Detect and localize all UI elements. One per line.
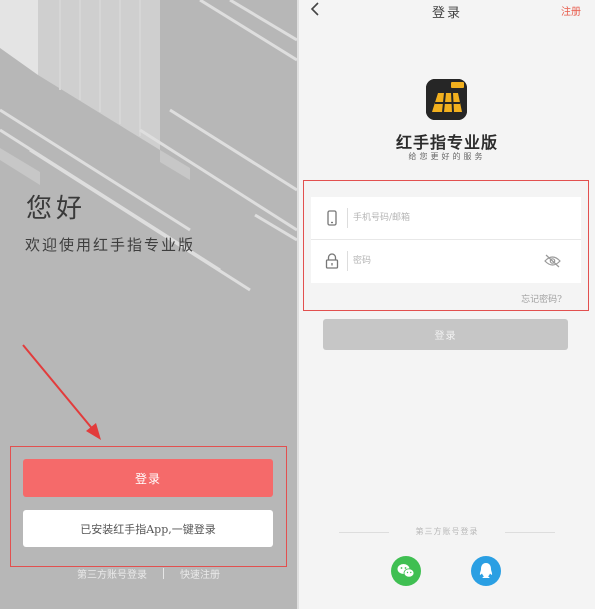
- eye-hidden-icon[interactable]: [544, 254, 561, 268]
- link-divider: [163, 568, 164, 579]
- qq-icon: [479, 563, 493, 578]
- app-name: 红手指专业版: [395, 133, 498, 152]
- lock-icon: [325, 253, 339, 269]
- password-row: [311, 240, 581, 283]
- greeting-subtitle: 欢迎使用红手指专业版: [25, 236, 196, 254]
- app-slogan: 给您更好的服务: [408, 152, 486, 161]
- red-finger-logo-icon: [426, 79, 467, 120]
- phone-row: [311, 197, 581, 240]
- register-link[interactable]: 注册: [561, 3, 581, 18]
- page-title: 登录: [431, 6, 462, 21]
- submit-login-button[interactable]: 登录: [323, 319, 568, 350]
- phone-icon: [327, 210, 337, 226]
- wechat-icon: [397, 564, 415, 578]
- login-screen: 登录 注册 红手指专业版 给您更好的服务 手机号码/邮箱 忘记密码? 登录 第三…: [299, 0, 595, 609]
- login-button[interactable]: 登录: [23, 459, 273, 497]
- third-party-login-link[interactable]: 第三方账号登录: [77, 566, 147, 581]
- forgot-password-link[interactable]: 忘记密码?: [521, 292, 562, 305]
- divider-line: [505, 532, 555, 533]
- phone-email-input[interactable]: [353, 207, 533, 229]
- password-input[interactable]: [353, 250, 533, 272]
- bottom-links: 第三方账号登录 快速注册: [0, 566, 297, 581]
- greeting-title: 您好: [26, 194, 87, 224]
- qq-login-button[interactable]: [471, 556, 501, 586]
- welcome-screen: 您好 欢迎使用红手指专业版 登录 已安装红手指App,一键登录 第三方账号登录 …: [0, 0, 297, 609]
- quick-register-link[interactable]: 快速注册: [180, 566, 220, 581]
- login-form: [311, 197, 581, 283]
- field-divider: [347, 251, 348, 271]
- third-party-divider: 第三方账号登录: [339, 526, 555, 540]
- one-click-login-button[interactable]: 已安装红手指App,一键登录: [23, 510, 273, 547]
- field-divider: [347, 208, 348, 228]
- wechat-login-button[interactable]: [391, 556, 421, 586]
- building-illustration: [0, 0, 297, 292]
